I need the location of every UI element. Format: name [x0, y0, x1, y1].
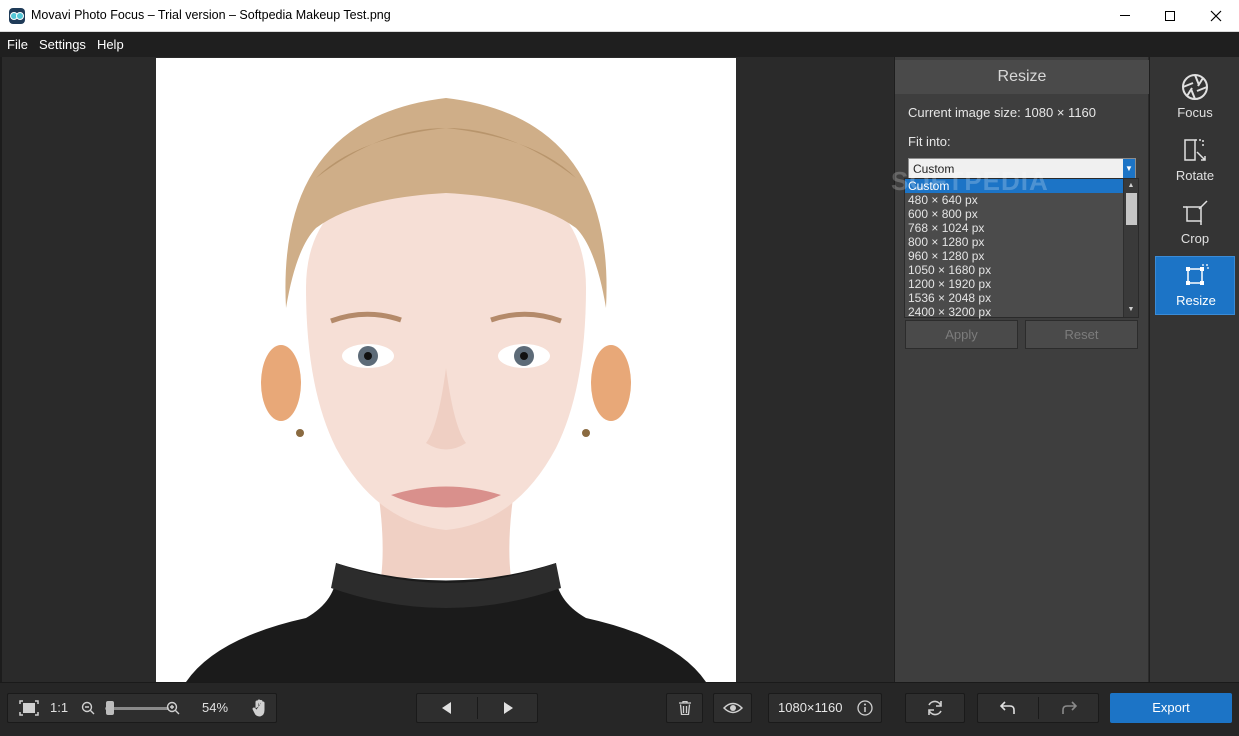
dropdown-scrollbar[interactable]: ▲ ▼: [1123, 179, 1138, 317]
maximize-button[interactable]: [1147, 0, 1193, 31]
eye-icon: [722, 702, 743, 714]
previous-image-button[interactable]: [417, 694, 477, 722]
actual-size-button[interactable]: 1:1: [50, 700, 68, 715]
photo-canvas[interactable]: [156, 58, 736, 682]
fit-into-dropdown[interactable]: Custom 480 × 640 px 600 × 800 px 768 × 1…: [904, 178, 1139, 319]
eye-wrap: [714, 694, 751, 722]
navigation-controls: [416, 693, 538, 723]
next-image-button[interactable]: [478, 694, 538, 722]
scroll-up-icon[interactable]: ▲: [1124, 179, 1138, 193]
window-title: Movavi Photo Focus – Trial version – Sof…: [31, 8, 391, 22]
dropdown-option[interactable]: 2400 × 3200 px: [905, 305, 1124, 319]
rotate-icon: [1184, 139, 1206, 161]
zoom-controls: 1:1 54%: [7, 693, 277, 723]
title-bar: Movavi Photo Focus – Trial version – Sof…: [0, 0, 1239, 32]
zoom-in-button[interactable]: [165, 694, 181, 722]
history-controls: [977, 693, 1099, 723]
maximize-icon: [1165, 10, 1175, 21]
tool-rotate-label: Rotate: [1175, 168, 1215, 183]
current-size-label: Current image size: 1080 × 1160: [908, 105, 1097, 120]
reset-button[interactable]: Reset: [1025, 320, 1138, 349]
refresh-wrap: [906, 694, 964, 722]
zoom-slider-handle[interactable]: [106, 701, 114, 715]
trash-icon: [678, 701, 691, 715]
tool-rotate[interactable]: Rotate: [1155, 132, 1235, 192]
zoom-slider-track[interactable]: [105, 707, 169, 710]
dropdown-option[interactable]: 1200 × 1920 px: [905, 277, 1124, 291]
dropdown-option[interactable]: 800 × 1280 px: [905, 235, 1124, 249]
close-icon: [1210, 10, 1222, 21]
tool-sidebar: Focus Rotate Crop Resize: [1149, 57, 1239, 682]
pan-tool-button[interactable]: [250, 694, 270, 722]
minimize-icon: [1120, 15, 1130, 16]
menu-bar: File Settings Help: [0, 32, 1239, 57]
portrait-photo: [156, 58, 736, 682]
tool-crop[interactable]: Crop: [1155, 195, 1235, 255]
dropdown-option[interactable]: 1536 × 2048 px: [905, 291, 1124, 305]
zoom-percent: 54%: [202, 700, 229, 715]
tool-crop-label: Crop: [1180, 231, 1210, 246]
menu-file[interactable]: File: [7, 37, 28, 52]
export-button[interactable]: Export: [1110, 693, 1232, 723]
scroll-thumb[interactable]: [1126, 193, 1137, 225]
minimize-button[interactable]: [1102, 0, 1148, 31]
fit-screen-icon: [19, 700, 39, 716]
image-size-text: 1080×1160: [778, 700, 843, 715]
chevron-right-icon: [504, 702, 513, 714]
chevron-left-icon: [442, 702, 451, 714]
redo-icon: [1062, 701, 1077, 714]
dropdown-option[interactable]: 768 × 1024 px: [905, 221, 1124, 235]
app-logo-icon: [9, 8, 25, 24]
panel-title: Resize: [895, 60, 1149, 94]
refresh-button[interactable]: [905, 693, 965, 723]
dropdown-option[interactable]: 600 × 800 px: [905, 207, 1124, 221]
delete-button[interactable]: [666, 693, 703, 723]
undo-button[interactable]: [978, 694, 1038, 722]
tool-resize-label: Resize: [1176, 293, 1216, 308]
tool-focus-label: Focus: [1177, 105, 1213, 120]
redo-button[interactable]: [1039, 694, 1099, 722]
crop-icon: [1183, 200, 1208, 225]
fit-into-label: Fit into:: [908, 134, 951, 149]
trash-wrap: [667, 694, 702, 722]
menu-settings[interactable]: Settings: [39, 37, 86, 52]
info-icon: [857, 700, 873, 716]
fit-to-screen-button[interactable]: [16, 694, 42, 722]
zoom-out-button[interactable]: [80, 694, 96, 722]
zoom-out-icon: [81, 701, 95, 715]
aperture-icon: [1182, 74, 1208, 100]
apply-button[interactable]: Apply: [905, 320, 1018, 349]
resize-panel: Resize Current image size: 1080 × 1160 F…: [894, 57, 1149, 682]
tool-resize[interactable]: Resize: [1155, 256, 1235, 315]
dropdown-option[interactable]: 1050 × 1680 px: [905, 263, 1124, 277]
image-size-display: 1080×1160: [768, 693, 882, 723]
dropdown-option[interactable]: 960 × 1280 px: [905, 249, 1124, 263]
preview-button[interactable]: [713, 693, 752, 723]
resize-icon: [1186, 264, 1209, 285]
hand-icon: [252, 699, 265, 717]
bottom-toolbar: 1:1 54% 1080×1160 Export: [0, 682, 1239, 736]
close-button[interactable]: [1193, 0, 1239, 31]
chevron-down-icon[interactable]: ▼: [1123, 159, 1135, 179]
menu-help[interactable]: Help: [97, 37, 124, 52]
image-info-button[interactable]: [855, 694, 875, 722]
tool-focus[interactable]: Focus: [1155, 69, 1235, 129]
zoom-in-icon: [166, 701, 180, 715]
refresh-icon: [928, 700, 942, 716]
undo-icon: [1000, 701, 1015, 714]
softpedia-watermark: SOFTPEDIA: [891, 166, 1049, 196]
scroll-down-icon[interactable]: ▼: [1124, 303, 1138, 317]
